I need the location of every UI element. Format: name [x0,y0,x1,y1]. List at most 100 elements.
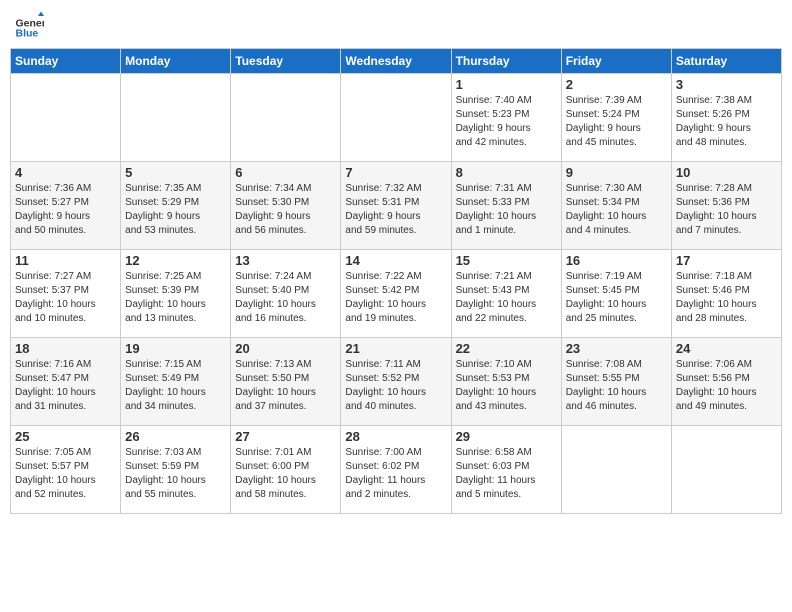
day-info: Sunrise: 7:30 AM Sunset: 5:34 PM Dayligh… [566,182,667,238]
day-info: Sunrise: 7:38 AM Sunset: 5:26 PM Dayligh… [676,94,777,150]
day-cell: 10Sunrise: 7:28 AM Sunset: 5:36 PM Dayli… [671,162,781,250]
day-number: 2 [566,77,667,92]
day-cell [341,74,451,162]
day-number: 18 [15,341,116,356]
day-number: 21 [345,341,446,356]
week-row-1: 1Sunrise: 7:40 AM Sunset: 5:23 PM Daylig… [11,74,782,162]
day-info: Sunrise: 7:13 AM Sunset: 5:50 PM Dayligh… [235,358,336,414]
page-header: General Blue [10,10,782,40]
day-info: Sunrise: 7:08 AM Sunset: 5:55 PM Dayligh… [566,358,667,414]
day-cell [231,74,341,162]
day-cell: 28 Sunrise: 7:00 AM Sunset: 6:02 PM Dayli… [341,426,451,514]
day-info: Sunrise: 7:05 AM Sunset: 5:57 PM Dayligh… [15,446,116,502]
day-info: Sunrise: 7:36 AM Sunset: 5:27 PM Dayligh… [15,182,116,238]
day-cell: 20 Sunrise: 7:13 AM Sunset: 5:50 PM Dayli… [231,338,341,426]
day-number: 3 [676,77,777,92]
day-cell: 22 Sunrise: 7:10 AM Sunset: 5:53 PM Dayli… [451,338,561,426]
day-number: 12 [125,253,226,268]
day-number: 16 [566,253,667,268]
day-info: Sunrise: 7:06 AM Sunset: 5:56 PM Dayligh… [676,358,777,414]
day-info: Sunrise: 7:34 AM Sunset: 5:30 PM Dayligh… [235,182,336,238]
day-number: 7 [345,165,446,180]
day-number: 25 [15,429,116,444]
day-number: 5 [125,165,226,180]
day-cell: 2 Sunrise: 7:39 AM Sunset: 5:24 PM Daylig… [561,74,671,162]
week-row-4: 18 Sunrise: 7:16 AM Sunset: 5:47 PM Dayli… [11,338,782,426]
day-number: 13 [235,253,336,268]
day-info: Sunrise: 7:10 AM Sunset: 5:53 PM Dayligh… [456,358,557,414]
day-cell: 7Sunrise: 7:32 AM Sunset: 5:31 PM Daylig… [341,162,451,250]
day-cell: 19 Sunrise: 7:15 AM Sunset: 5:49 PM Dayli… [121,338,231,426]
day-info: Sunrise: 7:39 AM Sunset: 5:24 PM Dayligh… [566,94,667,150]
day-number: 9 [566,165,667,180]
day-number: 29 [456,429,557,444]
day-number: 6 [235,165,336,180]
day-info: Sunrise: 6:58 AM Sunset: 6:03 PM Dayligh… [456,446,557,502]
day-info: Sunrise: 7:22 AM Sunset: 5:42 PM Dayligh… [345,270,446,326]
weekday-header-tuesday: Tuesday [231,49,341,74]
day-info: Sunrise: 7:28 AM Sunset: 5:36 PM Dayligh… [676,182,777,238]
calendar-table: SundayMondayTuesdayWednesdayThursdayFrid… [10,48,782,514]
weekday-header-wednesday: Wednesday [341,49,451,74]
day-info: Sunrise: 7:31 AM Sunset: 5:33 PM Dayligh… [456,182,557,238]
day-number: 19 [125,341,226,356]
day-info: Sunrise: 7:18 AM Sunset: 5:46 PM Dayligh… [676,270,777,326]
day-info: Sunrise: 7:25 AM Sunset: 5:39 PM Dayligh… [125,270,226,326]
day-cell: 17 Sunrise: 7:18 AM Sunset: 5:46 PM Dayli… [671,250,781,338]
day-cell [121,74,231,162]
day-number: 23 [566,341,667,356]
day-cell: 18 Sunrise: 7:16 AM Sunset: 5:47 PM Dayli… [11,338,121,426]
week-row-5: 25 Sunrise: 7:05 AM Sunset: 5:57 PM Dayli… [11,426,782,514]
day-cell: 24 Sunrise: 7:06 AM Sunset: 5:56 PM Dayli… [671,338,781,426]
day-cell: 25 Sunrise: 7:05 AM Sunset: 5:57 PM Dayli… [11,426,121,514]
week-row-2: 4 Sunrise: 7:36 AM Sunset: 5:27 PM Daylig… [11,162,782,250]
day-number: 27 [235,429,336,444]
day-number: 17 [676,253,777,268]
day-info: Sunrise: 7:16 AM Sunset: 5:47 PM Dayligh… [15,358,116,414]
weekday-header-monday: Monday [121,49,231,74]
day-cell: 6 Sunrise: 7:34 AM Sunset: 5:30 PM Daylig… [231,162,341,250]
day-cell: 11 Sunrise: 7:27 AM Sunset: 5:37 PM Dayli… [11,250,121,338]
day-info: Sunrise: 7:19 AM Sunset: 5:45 PM Dayligh… [566,270,667,326]
logo: General Blue [14,10,48,40]
day-cell: 4 Sunrise: 7:36 AM Sunset: 5:27 PM Daylig… [11,162,121,250]
day-info: Sunrise: 7:03 AM Sunset: 5:59 PM Dayligh… [125,446,226,502]
weekday-header-thursday: Thursday [451,49,561,74]
day-cell: 13 Sunrise: 7:24 AM Sunset: 5:40 PM Dayli… [231,250,341,338]
day-info: Sunrise: 7:15 AM Sunset: 5:49 PM Dayligh… [125,358,226,414]
day-cell: 23 Sunrise: 7:08 AM Sunset: 5:55 PM Dayli… [561,338,671,426]
day-info: Sunrise: 7:35 AM Sunset: 5:29 PM Dayligh… [125,182,226,238]
logo-icon: General Blue [14,10,44,40]
day-cell: 1Sunrise: 7:40 AM Sunset: 5:23 PM Daylig… [451,74,561,162]
day-cell: 3 Sunrise: 7:38 AM Sunset: 5:26 PM Daylig… [671,74,781,162]
day-cell: 15Sunrise: 7:21 AM Sunset: 5:43 PM Dayli… [451,250,561,338]
weekday-header-friday: Friday [561,49,671,74]
day-cell [671,426,781,514]
day-info: Sunrise: 7:24 AM Sunset: 5:40 PM Dayligh… [235,270,336,326]
svg-text:Blue: Blue [16,27,39,39]
day-number: 8 [456,165,557,180]
day-number: 11 [15,253,116,268]
weekday-header-saturday: Saturday [671,49,781,74]
day-cell [561,426,671,514]
day-number: 1 [456,77,557,92]
day-info: Sunrise: 7:00 AM Sunset: 6:02 PM Dayligh… [345,446,446,502]
day-cell [11,74,121,162]
day-number: 26 [125,429,226,444]
day-number: 28 [345,429,446,444]
day-info: Sunrise: 7:11 AM Sunset: 5:52 PM Dayligh… [345,358,446,414]
day-cell: 12 Sunrise: 7:25 AM Sunset: 5:39 PM Dayli… [121,250,231,338]
day-info: Sunrise: 7:01 AM Sunset: 6:00 PM Dayligh… [235,446,336,502]
week-row-3: 11 Sunrise: 7:27 AM Sunset: 5:37 PM Dayli… [11,250,782,338]
weekday-header-sunday: Sunday [11,49,121,74]
day-number: 20 [235,341,336,356]
day-number: 4 [15,165,116,180]
day-number: 24 [676,341,777,356]
day-cell: 9 Sunrise: 7:30 AM Sunset: 5:34 PM Daylig… [561,162,671,250]
day-info: Sunrise: 7:27 AM Sunset: 5:37 PM Dayligh… [15,270,116,326]
day-cell: 14Sunrise: 7:22 AM Sunset: 5:42 PM Dayli… [341,250,451,338]
day-cell: 21 Sunrise: 7:11 AM Sunset: 5:52 PM Dayli… [341,338,451,426]
day-cell: 5 Sunrise: 7:35 AM Sunset: 5:29 PM Daylig… [121,162,231,250]
day-number: 22 [456,341,557,356]
day-cell: 26 Sunrise: 7:03 AM Sunset: 5:59 PM Dayli… [121,426,231,514]
